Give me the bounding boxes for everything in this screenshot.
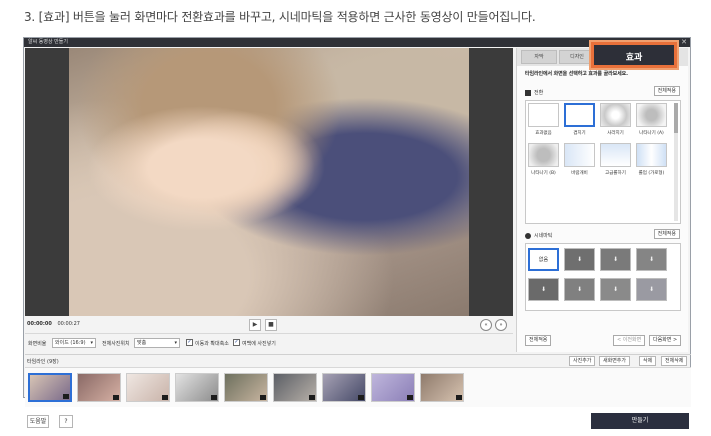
play-button[interactable]: ▶ (249, 319, 261, 331)
thumbnail-tag-icon (407, 395, 413, 400)
transition-option[interactable] (600, 143, 631, 167)
transition-option[interactable] (636, 143, 667, 167)
tab-design[interactable]: 디자인 (559, 50, 595, 64)
cinematic-option[interactable]: ⬇ (564, 278, 595, 301)
transition-option[interactable] (528, 103, 559, 127)
tab-effects[interactable]: 효과 (591, 42, 677, 68)
time-current: 00:00:00 (27, 321, 52, 327)
timeline-title: 타임라인 (9장) (27, 359, 59, 365)
timeline-header: 타임라인 (9장) 사진추가 새화면추가 삭제 전체삭제 (25, 354, 691, 366)
transition-label: 효과없음 (535, 131, 552, 136)
timeline-thumbnail[interactable] (224, 373, 268, 402)
video-options: 화면비율 와이드 (16:9) 전체사진위치 맞춤 ✓ 이동과 확대축소 ✓ 여… (25, 335, 513, 351)
transition-label: 바람개비 (571, 171, 588, 176)
cinematic-title: 시네마틱 (534, 233, 553, 239)
cinematic-option[interactable]: ⬇ (636, 278, 667, 301)
transition-option[interactable] (528, 143, 559, 167)
transition-apply-all-button[interactable]: 전체적용 (653, 86, 680, 96)
transition-grid: 효과없음 겹치기 사라지기 나타나기 (A) 나타나기 (B) 바람개비 고급롤하기 롤업 (… (525, 100, 681, 224)
timeline-thumbnail[interactable] (28, 373, 72, 402)
transition-option[interactable] (564, 103, 595, 127)
timeline-thumbnail[interactable] (77, 373, 121, 402)
window-title: 알씨 동영상 만들기 (28, 39, 68, 45)
next-frame-button[interactable]: » (495, 319, 507, 331)
thumbnail-tag-icon (162, 395, 168, 400)
timeline-thumbnail[interactable] (322, 373, 366, 402)
move-zoom-label: 이동과 확대축소 (195, 341, 229, 347)
transition-label: 겹치기 (573, 131, 586, 136)
photo-position-select[interactable]: 맞춤 (134, 338, 180, 348)
cinematic-option[interactable]: ⬇ (528, 278, 559, 301)
timeline-thumbnail[interactable] (420, 373, 464, 402)
cinematic-apply-all-button[interactable]: 전체적용 (653, 229, 680, 239)
thumbnail-tag-icon (309, 395, 315, 400)
ratio-label: 화면비율 (28, 341, 47, 347)
transition-scrollbar[interactable] (674, 103, 678, 221)
transition-option[interactable] (564, 143, 595, 167)
timeline-thumbnail[interactable] (273, 373, 317, 402)
ratio-select[interactable]: 와이드 (16:9) (52, 338, 96, 348)
move-zoom-checkbox[interactable]: ✓ (186, 339, 193, 346)
panel-apply-all-button[interactable]: 전체적용 (525, 335, 552, 346)
add-photo-button[interactable]: 사진추가 (569, 356, 596, 366)
transition-option[interactable] (600, 103, 631, 127)
thumbnail-tag-icon (211, 395, 217, 400)
transition-label: 롤업 (가로형) (638, 171, 665, 176)
thumbnail-tag-icon (260, 395, 266, 400)
cinematic-option[interactable]: ⬇ (636, 248, 667, 271)
playback-controls: 00:00:00 00:00:27 ▶ ■ « » (25, 316, 513, 334)
transition-label: 나타나기 (B) (531, 171, 556, 176)
transition-title: 전환 (534, 90, 544, 96)
video-preview (25, 48, 513, 316)
timeline-thumbnail[interactable] (126, 373, 170, 402)
panel-tabs: 자막 디자인 효과 (517, 42, 688, 68)
transition-option[interactable] (636, 103, 667, 127)
transition-label: 고급롤하기 (605, 171, 626, 176)
panel-footer: 전체적용 < 이전화면 다음화면 > (517, 334, 688, 348)
effects-panel: 자막 디자인 효과 타임라인에서 화면을 선택하고 효과를 골라보세요. 전환 … (516, 42, 688, 352)
thumbnail-tag-icon (113, 395, 119, 400)
thumbnail-tag-icon (358, 395, 364, 400)
panel-instruction: 타임라인에서 화면을 선택하고 효과를 골라보세요. (525, 71, 628, 77)
time-display: 00:00:00 00:00:27 (27, 321, 80, 327)
close-icon[interactable]: ✕ (681, 38, 687, 47)
delete-button[interactable]: 삭제 (639, 356, 657, 366)
delete-all-button[interactable]: 전체삭제 (661, 356, 688, 366)
caption-text: 3. [효과] 버튼을 눌러 화면마다 전환효과를 바꾸고, 시네마틱을 적용하… (24, 10, 536, 24)
timeline-strip (25, 367, 691, 407)
cinematic-option[interactable]: ⬇ (600, 248, 631, 271)
app-window: 알씨 동영상 만들기 ✕ 00:00:00 00:00:27 ▶ ■ « » 화… (23, 37, 691, 429)
make-button[interactable]: 만들기 (591, 413, 689, 429)
cinematic-option[interactable]: ⬇ (600, 278, 631, 301)
next-screen-button[interactable]: 다음화면 > (649, 335, 682, 346)
cinematic-header: 시네마틱 (525, 232, 552, 239)
transition-label: 나타나기 (A) (639, 131, 664, 136)
fill-blank-label: 여백에 사진넣기 (242, 341, 276, 347)
thumbnail-tag-icon (63, 394, 69, 399)
timeline-thumbnail[interactable] (371, 373, 415, 402)
transition-header: 전환 (525, 89, 543, 96)
cinematic-radio-icon[interactable] (525, 232, 531, 239)
cinematic-grid: 없음 ⬇ ⬇ ⬇ ⬇ ⬇ ⬇ ⬇ (525, 243, 681, 311)
bottom-bar: 도움말 ? 만들기 (25, 409, 691, 436)
add-screen-button[interactable]: 새화면추가 (599, 356, 631, 366)
transition-icon (525, 89, 531, 96)
thumbnail-tag-icon (456, 395, 462, 400)
tab-subtitle[interactable]: 자막 (521, 50, 557, 64)
preview-photo (69, 48, 469, 316)
transition-label: 사라지기 (607, 131, 624, 136)
fill-blank-checkbox[interactable]: ✓ (233, 339, 240, 346)
prev-frame-button[interactable]: « (480, 319, 492, 331)
cinematic-option[interactable]: ⬇ (564, 248, 595, 271)
time-total: 00:00:27 (57, 321, 80, 327)
timeline-thumbnail[interactable] (175, 373, 219, 402)
photo-position-label: 전체사진위치 (102, 341, 130, 347)
prev-screen-button[interactable]: < 이전화면 (613, 335, 646, 346)
transition-scroll-thumb[interactable] (674, 103, 678, 133)
stop-button[interactable]: ■ (265, 319, 277, 331)
cinematic-none-option[interactable]: 없음 (528, 248, 559, 271)
